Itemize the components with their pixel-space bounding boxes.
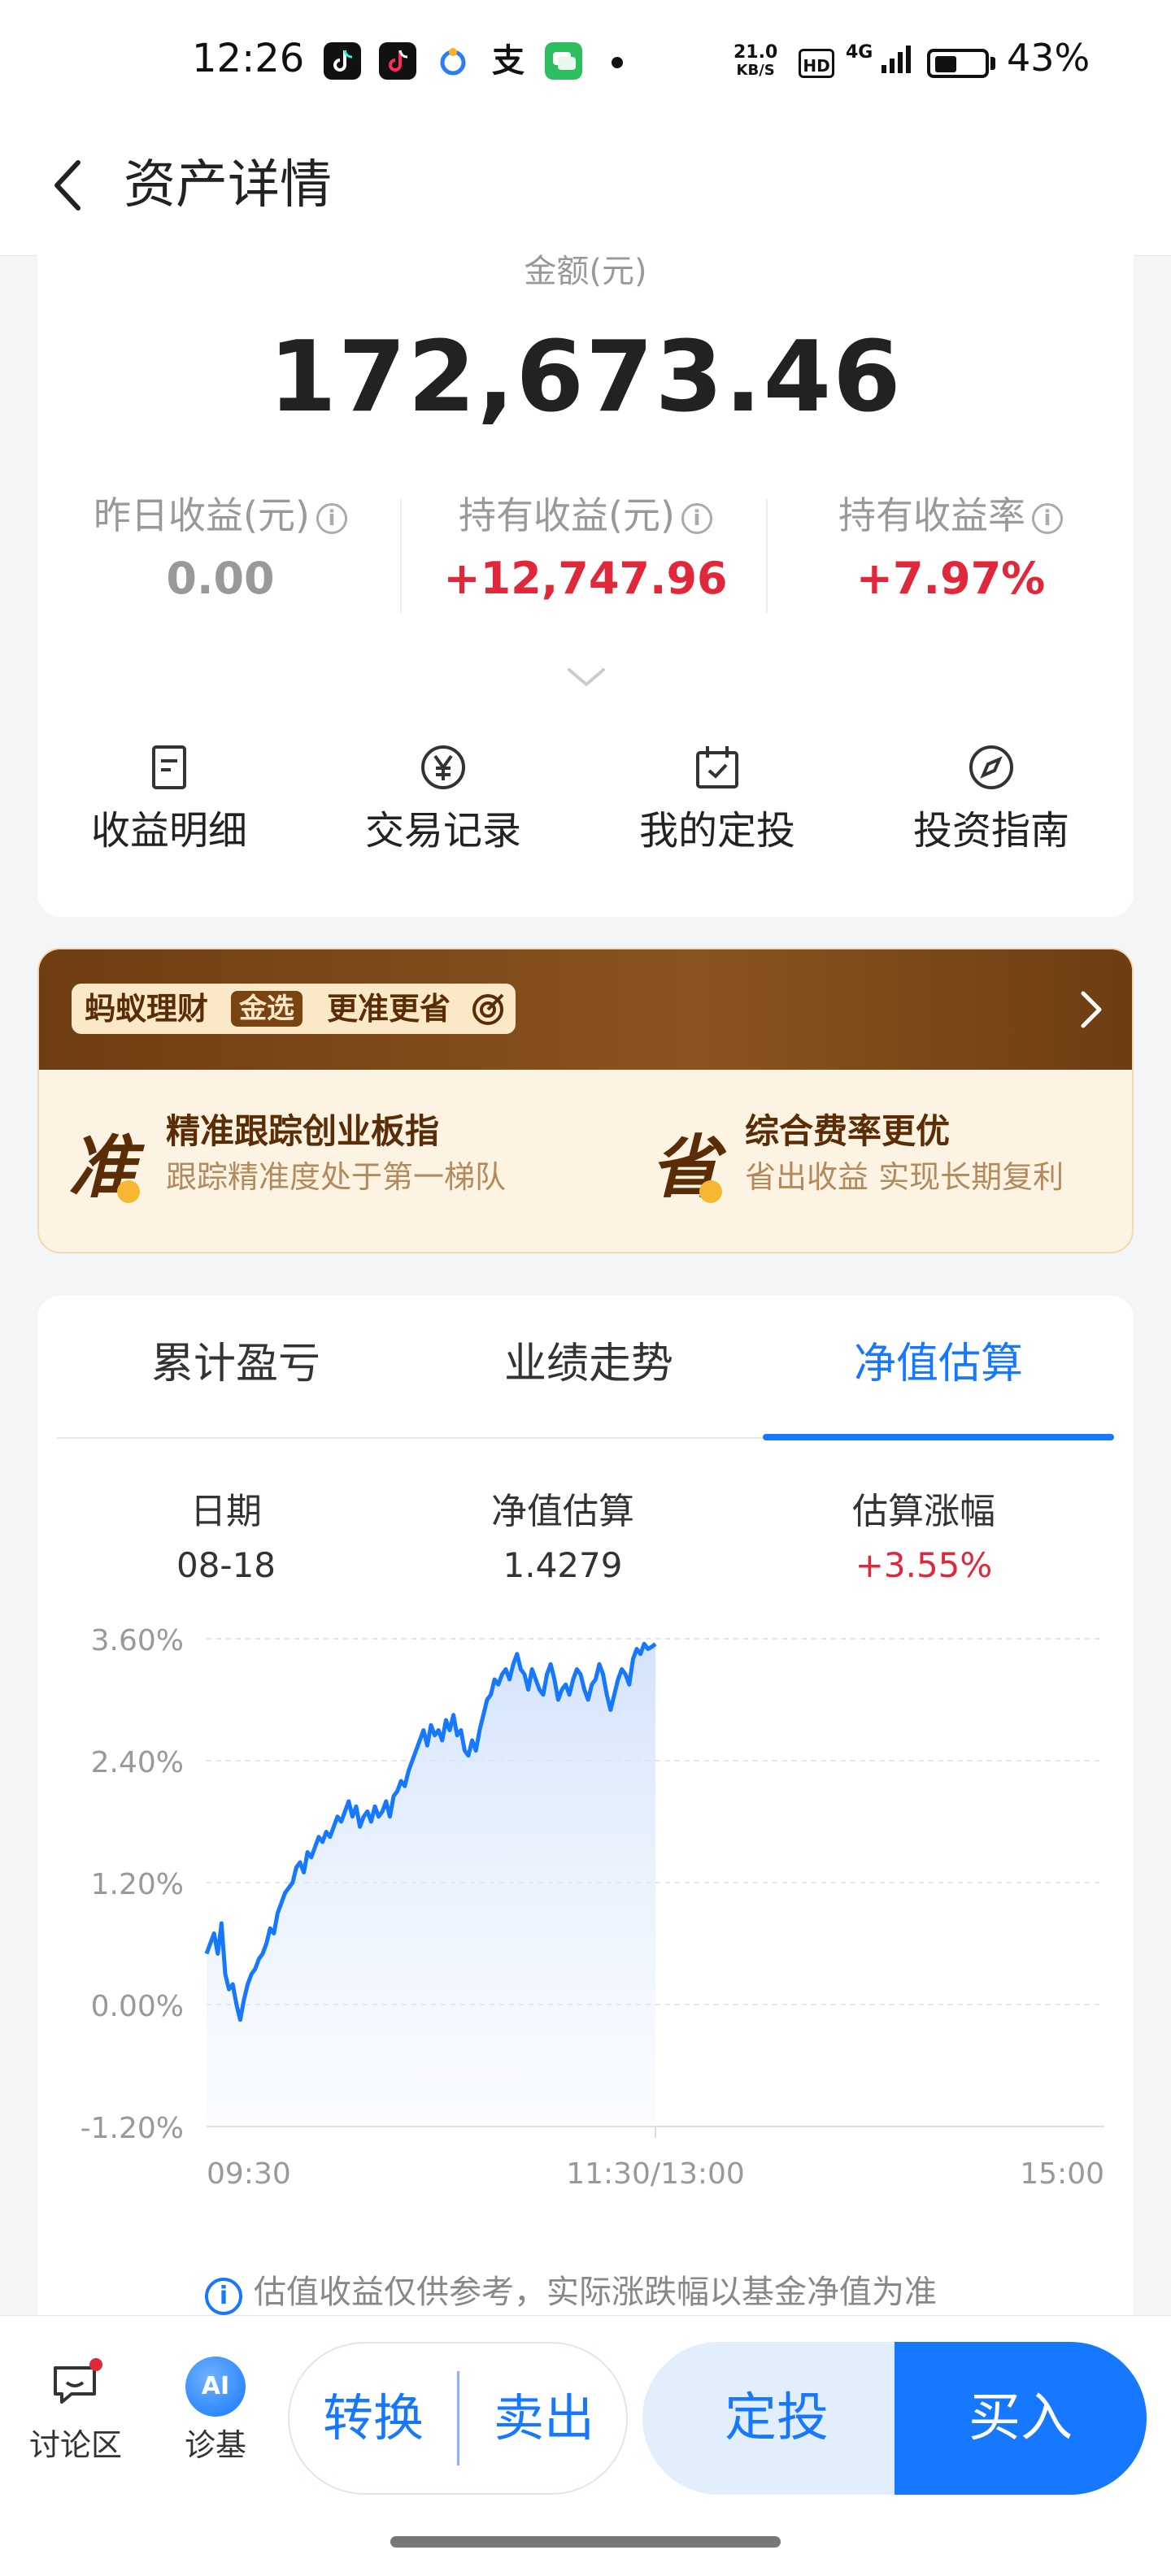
tab-nav-estimate[interactable]: 净值估算 [760, 1331, 1117, 1397]
action-label: 投资指南 [912, 808, 1069, 854]
total-amount: 172,673.46 [268, 321, 903, 434]
action-label: 交易记录 [364, 808, 521, 854]
feature-subtitle: 跟踪精准度处于第一梯队 [166, 1159, 507, 1195]
brand-slogan: 更准更省 [327, 991, 451, 1027]
diagnose-button[interactable]: AI 诊基 [163, 2357, 268, 2465]
y-tick-label: 2.40% [91, 1746, 184, 1779]
estimate-footnote: 估值收益仅供参考，实际涨跌幅以基金净值为准 [254, 2274, 937, 2311]
stat-value: +7.97% [855, 553, 1046, 604]
info-icon[interactable]: i [316, 503, 347, 534]
signal-icon: 4G [846, 42, 917, 75]
battery-percent: 43% [1007, 36, 1090, 80]
stat-yesterday[interactable]: 昨日收益(元) i 0.00 [37, 491, 403, 610]
status-time: 12:26 [192, 36, 305, 81]
action-label: 我的定投 [638, 808, 795, 854]
save-icon: 省 [651, 1127, 732, 1208]
alipay-icon: 支 [492, 42, 525, 80]
tab-indicator [763, 1434, 1114, 1440]
x-tick-label: 11:30/13:00 [566, 2157, 745, 2191]
feature-title: 综合费率更优 [745, 1111, 951, 1151]
notification-dot [612, 57, 623, 68]
chevron-down-icon[interactable] [566, 665, 607, 689]
auto-invest-button[interactable]: 定投 [642, 2342, 911, 2495]
convert-button[interactable]: 转换 [289, 2344, 457, 2493]
precise-icon: 准 [68, 1127, 150, 1208]
stat-label: 持有收益(元) [459, 493, 675, 537]
action-label: 收益明细 [90, 808, 247, 854]
feature-title: 精准跟踪创业板指 [166, 1111, 440, 1151]
status-bar: 12:26 支 21.0 KB/S HD 4G 43% [0, 0, 1171, 122]
page-title: 资产详情 [124, 155, 332, 215]
tab-performance[interactable]: 业绩走势 [410, 1331, 768, 1397]
calendar-check-icon [693, 743, 742, 792]
target-icon [472, 993, 504, 1025]
y-tick-label: 0.00% [91, 1990, 184, 2023]
y-tick-label: -1.20% [81, 2112, 184, 2145]
wechat-icon [545, 42, 582, 80]
battery-icon [927, 49, 989, 78]
stat-label: 持有收益率 [838, 493, 1025, 537]
stat-value: 0.00 [166, 553, 275, 604]
action-invest-guide[interactable]: 投资指南 [869, 743, 1113, 855]
app-header: 资产详情 [0, 122, 1171, 256]
chevron-left-icon[interactable] [41, 153, 106, 218]
info-icon[interactable]: i [1032, 503, 1063, 534]
x-tick-label: 09:30 [207, 2157, 291, 2191]
diagnose-label: 诊基 [184, 2427, 246, 2463]
x-tick-label: 15:00 [1020, 2157, 1104, 2191]
area-fill [207, 1644, 655, 2126]
discuss-label: 讨论区 [28, 2427, 122, 2463]
document-icon [145, 743, 194, 792]
nav-estimate-chart[interactable]: 3.60% 2.40% 1.20% 0.00% -1.20% 09:30 11:30/13:… [37, 1621, 1134, 2255]
ai-icon: AI [185, 2357, 246, 2417]
promo-banner[interactable]: 蚂蚁理财 金选 更准更省 准 精准跟踪创业板指 跟踪精准度处于第一梯队 省 综合… [37, 948, 1134, 1253]
y-tick-label: 3.60% [91, 1624, 184, 1657]
brand-badge: 蚂蚁理财 金选 更准更省 [72, 984, 516, 1034]
compass-icon [967, 743, 1016, 792]
tab-cumulative-pnl[interactable]: 累计盈亏 [57, 1331, 415, 1397]
action-income-detail[interactable]: 收益明细 [47, 743, 291, 855]
chevron-right-icon[interactable] [1065, 985, 1114, 1034]
stat-holding-profit[interactable]: 持有收益(元) i +12,747.96 [403, 491, 768, 610]
hd-icon: HD [799, 49, 834, 78]
brand-tag: 金选 [231, 991, 303, 1027]
tiktok-icon [324, 42, 361, 80]
header-date: 日期 08-18 [176, 1491, 276, 1585]
feature-fee: 综合费率更优 省出收益 实现长期复利 [745, 1109, 1064, 1200]
qq-browser-icon [434, 42, 472, 80]
home-indicator [390, 2536, 781, 2548]
action-my-auto-invest[interactable]: 我的定投 [595, 743, 839, 855]
sell-button[interactable]: 卖出 [460, 2344, 628, 2493]
info-icon[interactable]: i [681, 503, 712, 534]
amount-label: 金额(元) [524, 253, 647, 290]
header-nav: 净值估算 1.4279 [491, 1491, 634, 1585]
info-icon: i [205, 2278, 242, 2315]
action-trade-records[interactable]: 交易记录 [321, 743, 565, 855]
chat-icon [54, 2358, 102, 2404]
y-tick-label: 1.20% [91, 1868, 184, 1901]
brand-name: 蚂蚁理财 [85, 991, 209, 1027]
tiktok-lite-icon [379, 42, 416, 80]
convert-sell-group: 转换 卖出 [288, 2342, 628, 2495]
feature-precise: 精准跟踪创业板指 跟踪精准度处于第一梯队 [166, 1109, 506, 1200]
feature-subtitle: 省出收益 实现长期复利 [745, 1159, 1064, 1195]
buy-button[interactable]: 买入 [895, 2342, 1147, 2495]
net-speed: 21.0 KB/S [734, 42, 778, 80]
nav-estimate-card: 累计盈亏 业绩走势 净值估算 日期 08-18 净值估算 1.4279 估算涨幅… [37, 1296, 1134, 2336]
asset-summary-card: 金额(元) 172,673.46 昨日收益(元) i 0.00 持有收益(元) i … [37, 255, 1134, 917]
yuan-circle-icon [419, 743, 468, 792]
stat-label: 昨日收益(元) [94, 493, 310, 537]
stat-value: +12,747.96 [443, 553, 728, 604]
stat-holding-rate[interactable]: 持有收益率 i +7.97% [768, 491, 1134, 610]
header-change: 估算涨幅 +3.55% [852, 1491, 995, 1585]
discuss-button[interactable]: 讨论区 [23, 2357, 128, 2465]
